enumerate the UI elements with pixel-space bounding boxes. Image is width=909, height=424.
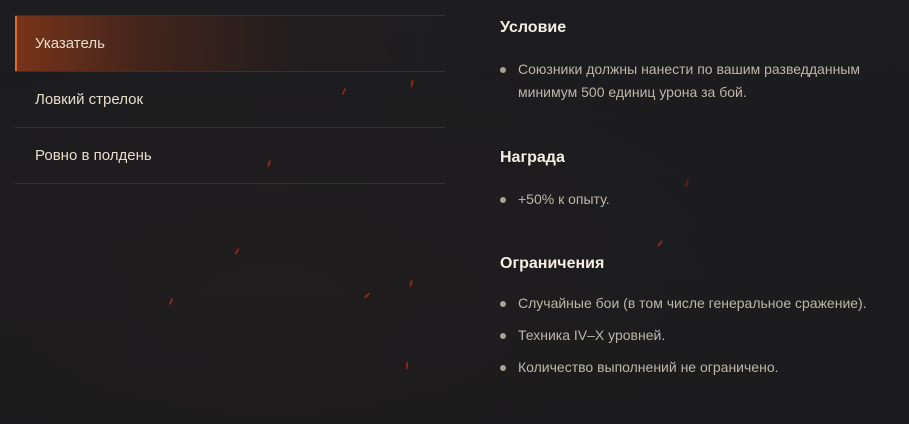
bullet-dot-icon [500, 301, 506, 307]
mission-list: Указатель Ловкий стрелок Ровно в полдень [15, 15, 445, 184]
restrictions-title: Ограничения [500, 255, 605, 272]
condition-list: Союзники должны нанести по вашим разведд… [500, 58, 895, 104]
menu-item-label: Ловкий стрелок [35, 91, 144, 108]
restrictions-list: Случайные бои (в том числе генеральное с… [500, 292, 895, 379]
list-item-text: Союзники должны нанести по вашим разведд… [518, 61, 860, 100]
restrictions-section: Ограничения Случайные бои (в том числе г… [500, 252, 895, 379]
bullet-dot-icon [500, 365, 506, 371]
reward-title: Награда [500, 149, 565, 166]
mission-details: Условие Союзники должны нанести по вашим… [500, 16, 895, 379]
menu-item-rovno-v-polden[interactable]: Ровно в полдень [15, 128, 445, 184]
menu-item-label: Ровно в полдень [35, 147, 152, 164]
condition-title: Условие [500, 19, 567, 36]
list-item: Случайные бои (в том числе генеральное с… [500, 292, 895, 315]
list-item-text: Количество выполнений не ограничено. [518, 359, 779, 375]
menu-item-ukazatel[interactable]: Указатель [15, 16, 445, 72]
bullet-dot-icon [500, 197, 506, 203]
reward-section: Награда +50% к опыту. [500, 146, 895, 252]
list-item-text: +50% к опыту. [518, 191, 610, 207]
menu-item-lovkiy-strelok[interactable]: Ловкий стрелок [15, 72, 445, 128]
list-item-text: Случайные бои (в том числе генеральное с… [518, 295, 867, 311]
condition-section: Условие Союзники должны нанести по вашим… [500, 16, 895, 146]
list-item: +50% к опыту. [500, 188, 895, 211]
list-item: Техника IV–X уровней. [500, 324, 895, 347]
bullet-dot-icon [500, 67, 506, 73]
list-item-text: Техника IV–X уровней. [518, 327, 666, 343]
bullet-dot-icon [500, 333, 506, 339]
reward-list: +50% к опыту. [500, 188, 895, 211]
list-item: Количество выполнений не ограничено. [500, 356, 895, 379]
menu-item-label: Указатель [35, 35, 105, 52]
list-item: Союзники должны нанести по вашим разведд… [500, 58, 895, 104]
